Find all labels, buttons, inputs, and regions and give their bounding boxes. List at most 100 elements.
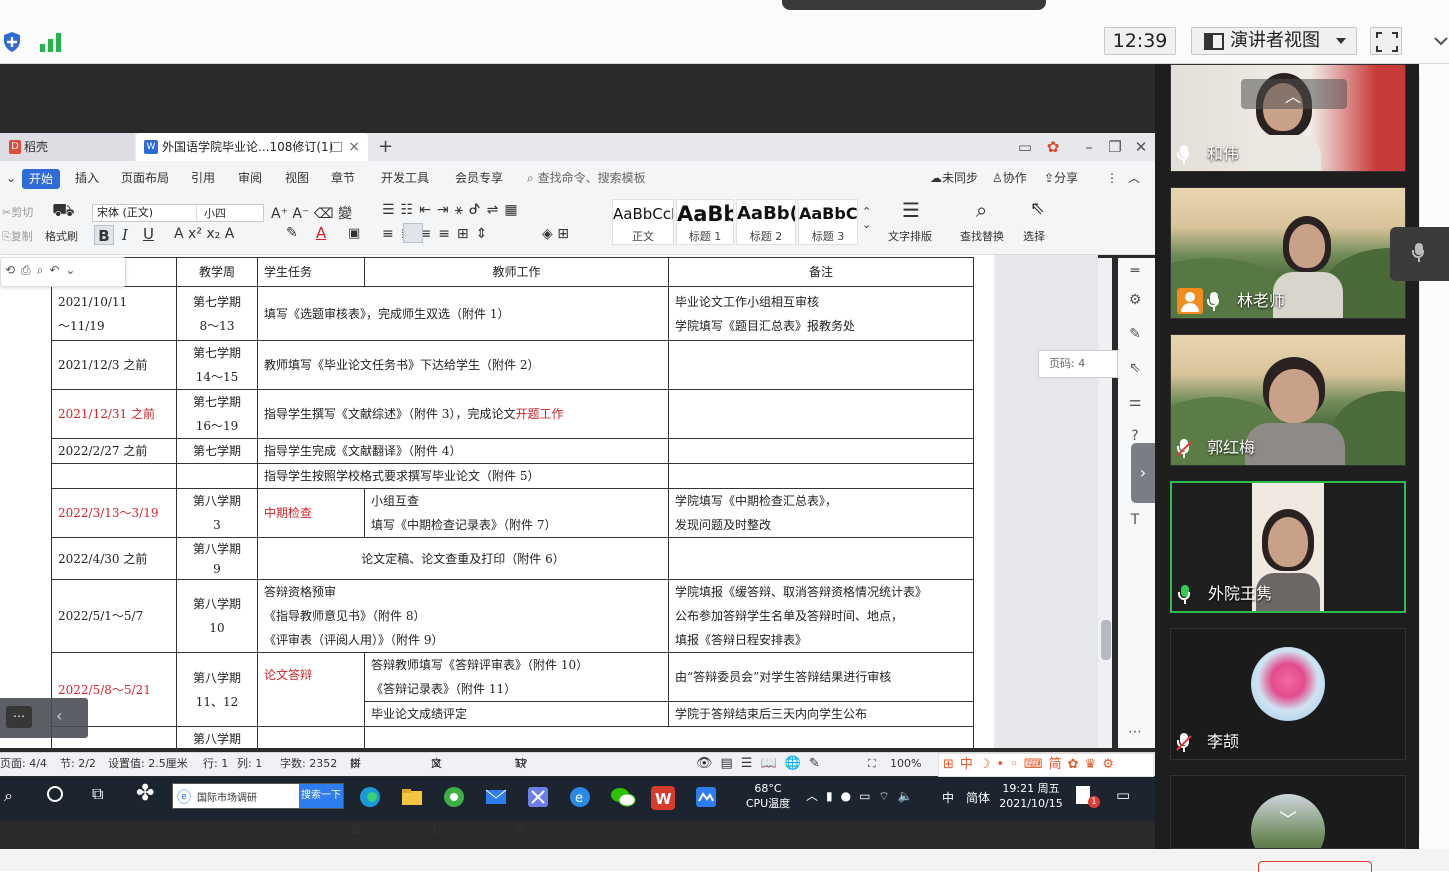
tray-icons[interactable]: ︿▮●▭⌔🔈 [806, 787, 921, 804]
ribbon-tab-insert[interactable]: 插入 [75, 169, 99, 187]
style-icon[interactable]: ⚙ [1125, 292, 1145, 310]
participant-tile[interactable]: 李颉 [1170, 628, 1406, 760]
windows-search-icon[interactable]: ⌕ [4, 786, 13, 806]
chevron-down-icon[interactable]: ﹀ [1279, 806, 1297, 832]
taskbar-search-box[interactable]: ⓔ 国际市场调研 搜索一下 [172, 783, 344, 809]
strikethrough-icon[interactable]: A x² x₂ A [174, 226, 234, 242]
text-icon[interactable]: T [1125, 512, 1145, 530]
action-center-icon[interactable]: ▭ [1116, 786, 1130, 804]
close-tab-icon[interactable]: × [348, 133, 360, 161]
ime-language[interactable]: 中 [942, 789, 954, 806]
share-button[interactable]: ⇪分享 [1044, 169, 1078, 187]
nav-tool-icons[interactable]: ⟲⎙⌕↶⌄ [5, 263, 81, 278]
participant-tile[interactable]: 林老师 [1170, 187, 1406, 319]
pen-icon[interactable]: ✎ [1125, 326, 1145, 344]
view-mode-icons[interactable]: 👁▤☰📖🌐✎ [696, 753, 828, 775]
format-painter-icon[interactable]: ⛟ [52, 200, 75, 224]
restore-window-button[interactable]: ❐ [1102, 133, 1128, 161]
format-painter-label[interactable]: 格式刷 [45, 228, 78, 244]
select-label[interactable]: 选择 [1023, 228, 1045, 244]
ribbon-tab-review[interactable]: 审阅 [238, 169, 262, 187]
wps-icon[interactable]: W [650, 785, 676, 811]
align-center-active[interactable] [403, 223, 423, 243]
app-pinwheel-icon[interactable]: ✤ [136, 781, 154, 806]
avatar-icon[interactable]: ✿ [1040, 133, 1066, 161]
underline-button[interactable]: U [143, 225, 154, 243]
ribbon-tab-developer[interactable]: 开发工具 [381, 169, 429, 187]
participant-tile[interactable]: ﹀ [1170, 775, 1406, 849]
styles-scroll-icon[interactable]: ⌃ ⌄ [862, 205, 871, 231]
file-explorer-icon[interactable] [400, 785, 426, 811]
app-purple-icon[interactable] [526, 785, 552, 811]
ie-browser-icon[interactable]: e [568, 785, 594, 811]
edge-icon[interactable] [358, 785, 384, 811]
adjust-icon[interactable]: ⚌ [1125, 394, 1145, 412]
ribbon-tab-references[interactable]: 引用 [191, 169, 215, 187]
pointer-icon[interactable]: ⇖ [1125, 360, 1145, 378]
layout-toggle-icon[interactable]: ▭ [1012, 133, 1038, 161]
ime-toolbar[interactable]: ⊞中☽•◦⌨简✿♛⚙ [938, 753, 1154, 777]
browser-green-icon[interactable] [442, 785, 468, 811]
cpu-temp-widget[interactable]: 68°C CPU温度 [738, 781, 798, 811]
more-dots-icon[interactable]: ⋯ [1125, 724, 1145, 742]
collapse-panel-handle[interactable]: › [1131, 443, 1155, 503]
align-icons[interactable]: ≡≣≡≡⊞⇕ [382, 226, 494, 242]
screen-share-indicator[interactable] [782, 0, 1046, 10]
find-replace-label[interactable]: 查找替换 [960, 228, 1004, 244]
font-name-select[interactable]: 宋体 (正文) [92, 204, 264, 222]
font-size-value[interactable]: 小四 [204, 205, 226, 221]
close-window-button[interactable]: ✕ [1128, 133, 1154, 161]
participant-tile[interactable]: 郭红梅 [1170, 334, 1406, 466]
char-border-icon[interactable]: ▣ [348, 226, 360, 241]
ribbon-tab-start[interactable]: 开始 [22, 169, 60, 189]
fullscreen-button[interactable] [1370, 27, 1402, 55]
nav-panel-toggle[interactable]: ⟲⎙⌕↶⌄ [0, 257, 126, 287]
menu-chevron-icon[interactable]: ⌄ [6, 169, 16, 187]
list-icons[interactable]: ☰☷⇤⇥⚹ᕷ⇌▦ [382, 202, 524, 218]
tab-document[interactable]: W 外国语学院毕业论...108修订(1) × [136, 133, 368, 161]
collapse-ribbon-icon[interactable]: ︿ [1128, 169, 1140, 187]
font-color-button[interactable]: A [316, 224, 326, 242]
chat-popup[interactable]: ⋯ ‹ [0, 698, 88, 738]
wechat-icon[interactable] [610, 785, 636, 811]
participant-tile[interactable]: ︿ 和伟 [1170, 64, 1406, 172]
ime-mode[interactable]: 简体 [966, 789, 990, 806]
cortana-icon[interactable] [47, 786, 63, 802]
zoom-control-overlay[interactable]: ︿ [1241, 79, 1347, 109]
system-clock[interactable]: 19:21 周五 2021/10/15 [996, 781, 1066, 811]
copy-button[interactable]: ⎘复制 [2, 228, 33, 244]
participants-scrollbar[interactable] [1419, 64, 1449, 849]
chevron-up-icon[interactable]: ︿ [1285, 83, 1301, 107]
participant-tile-active-speaker[interactable]: 外院王隽 [1170, 481, 1406, 613]
status-words[interactable]: 字数: 2352 [280, 753, 337, 775]
style-heading-2[interactable]: AaBb( 标题 2 [736, 199, 796, 245]
floating-mic-button[interactable] [1390, 227, 1449, 281]
minimize-window-button[interactable]: – [1076, 133, 1102, 161]
cut-button[interactable]: ✂剪切 [2, 204, 33, 220]
menu-lines-icon[interactable]: ═ [1125, 263, 1145, 281]
bold-button[interactable]: B [94, 225, 114, 245]
highlight-icon[interactable]: ✎ [286, 225, 298, 241]
command-search[interactable]: ⌕ 查找命令、搜索模板 [527, 169, 646, 187]
fit-icon[interactable]: ⛶ [868, 753, 876, 775]
meeting-app-icon[interactable] [694, 785, 720, 811]
sync-status[interactable]: ☁未同步 [930, 169, 978, 187]
status-page[interactable]: 页面: 4/4 [0, 753, 47, 775]
end-meeting-button[interactable] [1258, 861, 1372, 872]
vertical-scrollbar[interactable] [1098, 258, 1112, 748]
grow-font-icon[interactable]: A⁺ A⁻ ⌫ 變 [271, 203, 352, 223]
italic-button[interactable]: I [122, 226, 128, 244]
shading-icon[interactable]: ◈ ⊞ [542, 226, 569, 242]
mail-icon[interactable] [484, 785, 510, 811]
more-icon[interactable]: ⋮ [1106, 169, 1118, 187]
ribbon-tab-member[interactable]: 会员专享 [455, 169, 503, 187]
security-shield-icon[interactable] [2, 31, 22, 53]
text-layout-label[interactable]: 文字排版 [888, 228, 932, 244]
task-view-icon[interactable]: ⧉ [92, 784, 103, 804]
ribbon-tab-view[interactable]: 视图 [285, 169, 309, 187]
collapse-chevron-icon[interactable] [1432, 32, 1449, 50]
style-heading-1[interactable]: AaBb 标题 1 [676, 199, 734, 245]
collab-button[interactable]: ♙协作 [992, 169, 1027, 187]
style-normal[interactable]: AaBbCcI 正文 [612, 199, 674, 245]
chevron-left-icon[interactable]: ‹ [56, 706, 62, 725]
